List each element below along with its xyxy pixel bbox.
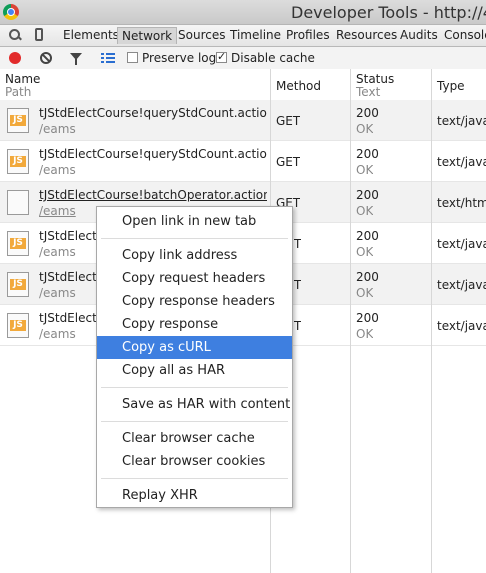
js-file-icon — [7, 108, 29, 133]
request-status-text: OK — [356, 204, 374, 218]
menu-separator — [101, 478, 288, 479]
disable-cache-label: Disable cache — [231, 51, 315, 65]
column-divider[interactable] — [431, 69, 432, 573]
network-toolbar: Preserve log Disable cache — [0, 47, 486, 70]
menu-item-open-link-new-tab[interactable]: Open link in new tab — [97, 210, 292, 233]
title-bar: Developer Tools - http://4m — [0, 0, 486, 25]
menu-separator — [101, 421, 288, 422]
window-title: Developer Tools - http://4m — [291, 3, 486, 22]
request-method: T — [294, 319, 302, 333]
column-header-path: Path — [5, 85, 32, 99]
menu-item-copy-response-headers[interactable]: Copy response headers — [97, 290, 292, 313]
menu-item-copy-response[interactable]: Copy response — [97, 313, 292, 336]
tab-audits[interactable]: Audits — [396, 27, 442, 44]
menu-item-copy-as-curl[interactable]: Copy as cURL — [97, 336, 292, 359]
request-status-text: OK — [356, 327, 374, 341]
table-row[interactable]: tJStdElectCourse!queryStdCount.action?p.… — [0, 141, 486, 182]
chrome-app-icon — [3, 4, 19, 20]
device-mode-icon[interactable] — [33, 28, 47, 42]
request-path: /eams — [39, 122, 76, 136]
menu-item-clear-browser-cookies[interactable]: Clear browser cookies — [97, 450, 292, 473]
request-status-text: OK — [356, 163, 374, 177]
column-divider[interactable] — [350, 69, 351, 573]
devtools-window: Developer Tools - http://4m Elements Net… — [0, 0, 486, 573]
request-status-text: OK — [356, 245, 374, 259]
request-status: 200 — [356, 106, 379, 120]
tab-console[interactable]: Console — [440, 27, 486, 44]
request-type: text/javas — [437, 114, 486, 128]
context-menu: Open link in new tab Copy link address C… — [96, 206, 293, 508]
panel-tab-bar: Elements Network Sources Timeline Profil… — [0, 25, 486, 47]
js-file-icon — [7, 149, 29, 174]
blank-file-icon — [7, 190, 29, 215]
table-row[interactable]: tJStdElectCourse!queryStdCount.action?p.… — [0, 100, 486, 141]
request-name: tJStdElectCourse!queryStdCount.action?p.… — [39, 106, 267, 120]
preserve-log-label: Preserve log — [142, 51, 217, 65]
menu-item-save-as-har[interactable]: Save as HAR with content — [97, 393, 292, 416]
request-status: 200 — [356, 147, 379, 161]
tab-elements[interactable]: Elements — [59, 27, 123, 44]
large-rows-icon[interactable] — [101, 53, 115, 63]
clear-icon[interactable] — [40, 52, 52, 64]
request-type: text/html — [437, 196, 486, 210]
request-type: text/javas — [437, 155, 486, 169]
request-method: GET — [276, 114, 301, 128]
tab-network[interactable]: Network — [117, 27, 178, 44]
request-type: text/javas — [437, 319, 486, 333]
tab-sources[interactable]: Sources — [174, 27, 229, 44]
column-header-text: Text — [356, 85, 381, 99]
column-header-status[interactable]: Status — [356, 72, 394, 86]
menu-separator — [101, 238, 288, 239]
request-method: T — [294, 278, 302, 292]
request-type: text/javas — [437, 237, 486, 251]
request-name: tJStdElectCourse!queryStdCount.action?p.… — [39, 147, 267, 161]
table-header: Name Path Method Status Text Type — [0, 69, 486, 101]
menu-item-copy-link-address[interactable]: Copy link address — [97, 244, 292, 267]
request-method: GET — [276, 155, 301, 169]
column-header-method[interactable]: Method — [276, 79, 321, 93]
inspect-search-icon[interactable] — [8, 28, 22, 42]
request-status: 200 — [356, 229, 379, 243]
request-name[interactable]: tJStdElectCourse!batchOperator.action?el… — [39, 188, 267, 202]
menu-separator — [101, 387, 288, 388]
request-status: 200 — [356, 270, 379, 284]
menu-item-copy-all-as-har[interactable]: Copy all as HAR — [97, 359, 292, 382]
tab-resources[interactable]: Resources — [332, 27, 401, 44]
menu-item-clear-browser-cache[interactable]: Clear browser cache — [97, 427, 292, 450]
request-status: 200 — [356, 188, 379, 202]
menu-item-copy-request-headers[interactable]: Copy request headers — [97, 267, 292, 290]
menu-item-replay-xhr[interactable]: Replay XHR — [97, 484, 292, 507]
request-status-text: OK — [356, 122, 374, 136]
request-method: T — [294, 237, 302, 251]
request-status: 200 — [356, 311, 379, 325]
request-path: /eams — [39, 163, 76, 177]
preserve-log-checkbox[interactable] — [127, 52, 138, 63]
js-file-icon — [7, 313, 29, 338]
js-file-icon — [7, 231, 29, 256]
js-file-icon — [7, 272, 29, 297]
column-header-type[interactable]: Type — [437, 79, 465, 93]
column-header-name[interactable]: Name — [5, 72, 40, 86]
tab-profiles[interactable]: Profiles — [282, 27, 334, 44]
filter-icon[interactable] — [70, 53, 82, 65]
tab-timeline[interactable]: Timeline — [226, 27, 285, 44]
record-icon[interactable] — [9, 52, 21, 64]
request-status-text: OK — [356, 286, 374, 300]
disable-cache-checkbox[interactable] — [216, 50, 227, 63]
request-type: text/javas — [437, 278, 486, 292]
